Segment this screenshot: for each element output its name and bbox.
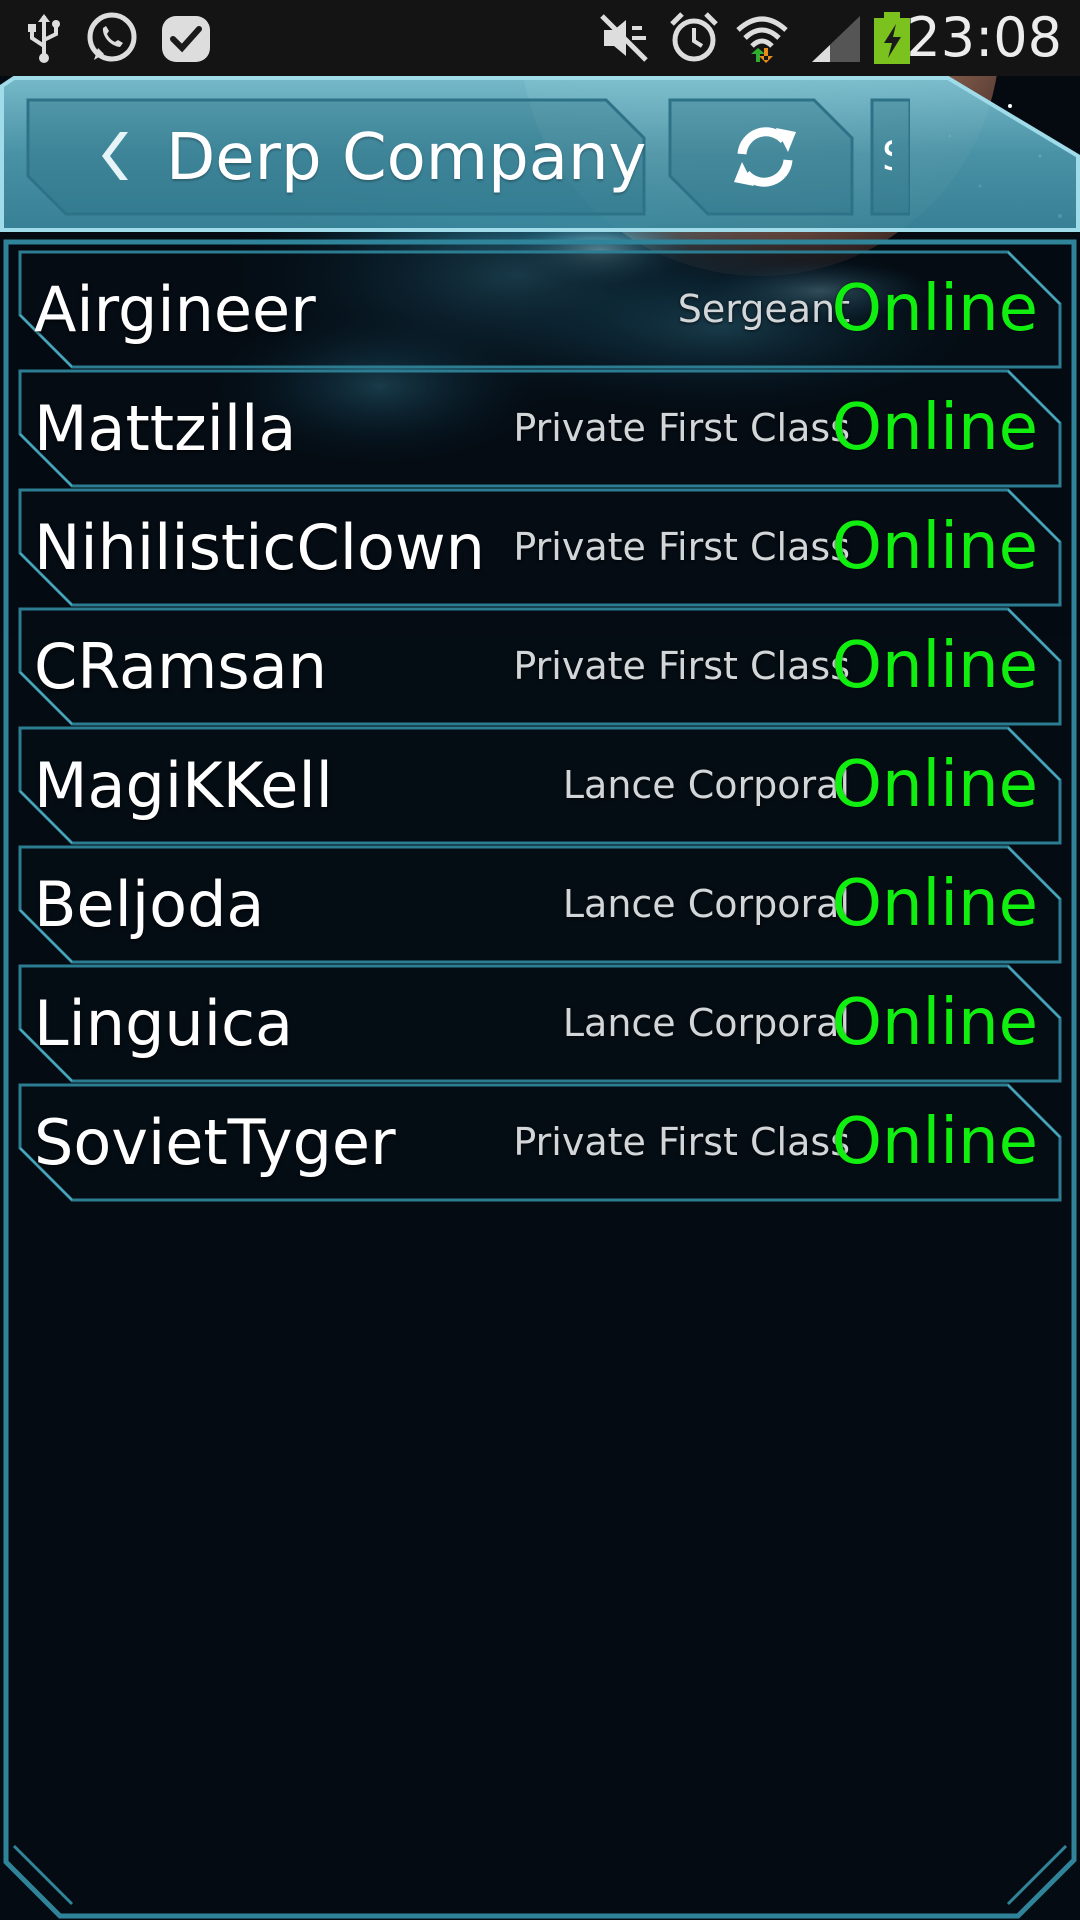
check-app-icon [162,16,210,62]
member-name: MagiKKell [34,749,333,822]
member-rank: Lance Corporal [562,763,850,807]
member-rank: Sergeant [677,287,850,331]
chevron-left-icon [102,132,128,180]
member-status: Online [831,391,1038,465]
member-list: Airgineer Sergeant Online Mattzilla Priv… [18,250,1062,1202]
member-rank: Private First Class [513,644,850,688]
member-rank: Private First Class [513,1120,850,1164]
status-bar: 23:08 [0,0,1080,76]
wifi-icon [736,16,788,63]
alarm-icon [670,12,718,62]
member-row[interactable]: Mattzilla Private First Class Online [18,369,1062,488]
member-name: NihilisticClown [34,511,485,584]
member-row[interactable]: Beljoda Lance Corporal Online [18,845,1062,964]
member-name: SovietTyger [34,1106,396,1179]
member-list-panel: Airgineer Sergeant Online Mattzilla Priv… [0,236,1080,1920]
page-title: Derp Company [166,121,647,195]
member-name: Beljoda [34,868,265,941]
member-status: Online [831,1105,1038,1179]
usb-icon [28,14,60,63]
member-row[interactable]: Airgineer Sergeant Online [18,250,1062,369]
member-name: CRamsan [34,630,327,703]
member-status: Online [831,867,1038,941]
whatsapp-icon [87,12,137,62]
member-status: Online [831,272,1038,346]
member-status: Online [831,986,1038,1060]
member-row[interactable]: SovietTyger Private First Class Online [18,1083,1062,1202]
member-rank: Private First Class [513,525,850,569]
screen: 23:08 Derp Company Airgineer Sergeant On… [0,0,1080,1920]
member-row[interactable]: CRamsan Private First Class Online [18,607,1062,726]
action-bar: Derp Company S [0,76,1080,236]
member-rank: Lance Corporal [562,1001,850,1045]
member-rank: Lance Corporal [562,882,850,926]
refresh-icon [734,127,796,187]
member-name: Linguica [34,987,294,1060]
next-tab-button[interactable]: S [870,98,910,216]
muted-icon [600,14,648,62]
member-status: Online [831,748,1038,822]
signal-icon [812,16,860,62]
clock: 23:08 [906,6,1062,69]
next-tab-label: S [882,132,892,182]
member-row[interactable]: Linguica Lance Corporal Online [18,964,1062,1083]
member-name: Airgineer [34,273,316,346]
member-row[interactable]: NihilisticClown Private First Class Onli… [18,488,1062,607]
refresh-button[interactable] [668,98,854,216]
member-status: Online [831,629,1038,703]
member-name: Mattzilla [34,392,297,465]
back-title-button[interactable]: Derp Company [26,98,646,216]
member-row[interactable]: MagiKKell Lance Corporal Online [18,726,1062,845]
member-rank: Private First Class [513,406,850,450]
member-status: Online [831,510,1038,584]
